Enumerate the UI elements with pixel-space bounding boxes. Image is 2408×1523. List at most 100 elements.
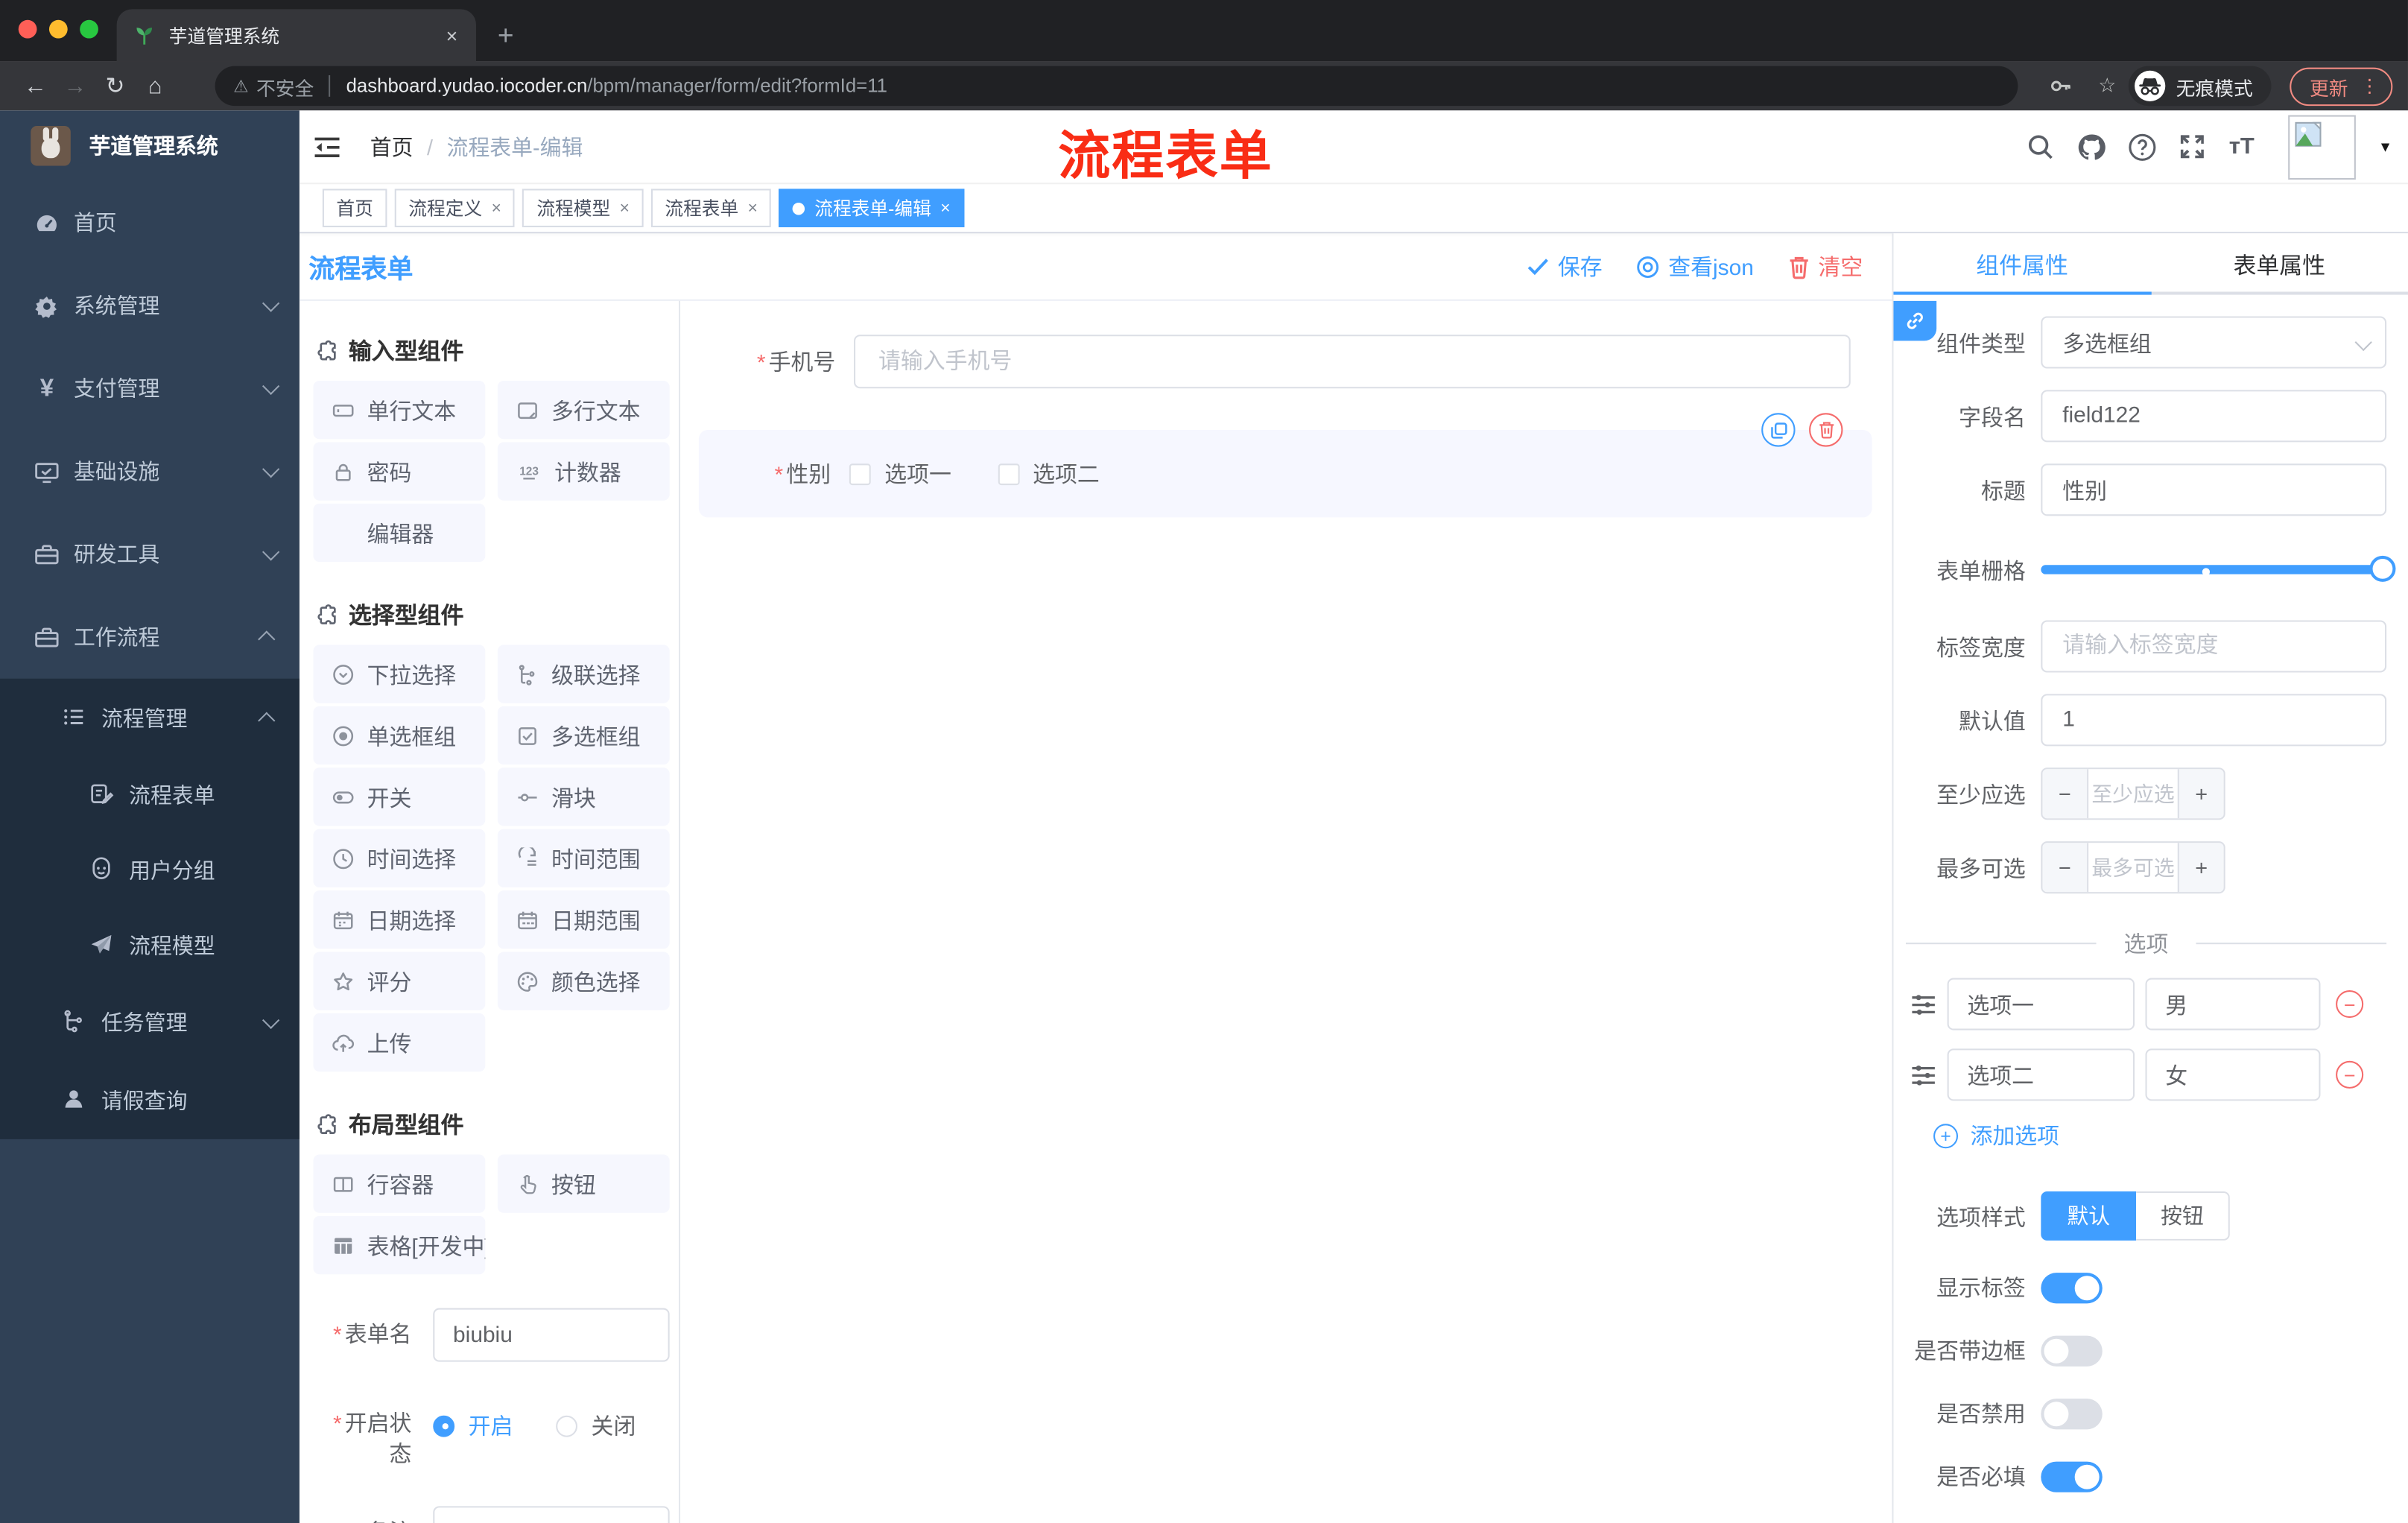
sidebar-item-user-group[interactable]: 用户分组	[0, 832, 300, 908]
sidebar-item-process-form[interactable]: 流程表单	[0, 757, 300, 832]
gender-checkbox-option2[interactable]: 选项二	[997, 457, 1100, 490]
palette-item-counter[interactable]: 123 计数器	[497, 442, 670, 501]
close-icon[interactable]: ×	[940, 199, 950, 218]
tab-component-props[interactable]: 组件属性	[1893, 233, 2150, 295]
palette-item-button[interactable]: 按钮	[497, 1154, 670, 1213]
clear-button[interactable]: 清空	[1787, 250, 1863, 282]
form-canvas[interactable]: * 手机号 请输入手机号 * 性别 选项一 选项二	[680, 300, 1892, 1523]
add-option-button[interactable]: + 添加选项	[1933, 1119, 2386, 1151]
github-icon[interactable]	[2077, 132, 2106, 161]
canvas-field-gender-selected[interactable]: * 性别 选项一 选项二	[698, 413, 1872, 518]
slider-handle[interactable]	[2369, 555, 2396, 582]
increase-button[interactable]: +	[2177, 843, 2224, 893]
sidebar-item-home[interactable]: 首页	[0, 181, 300, 264]
close-icon[interactable]: ×	[748, 199, 758, 218]
drag-handle-icon[interactable]	[1909, 1060, 1938, 1089]
style-button-button[interactable]: 按钮	[2136, 1191, 2230, 1241]
address-bar[interactable]: ⚠ 不安全 dashboard.yudao.iocoder.cn/bpm/man…	[215, 66, 2019, 107]
palette-item-date-range[interactable]: 日期范围	[497, 890, 670, 949]
remove-option-button[interactable]: −	[2336, 990, 2364, 1019]
view-tab-home[interactable]: 首页	[322, 189, 387, 227]
tab-close-icon[interactable]: ×	[443, 24, 460, 47]
palette-item-switch[interactable]: 开关	[313, 767, 486, 826]
browser-menu-icon[interactable]: ⋮	[2360, 75, 2379, 97]
search-icon[interactable]	[2027, 132, 2056, 161]
view-tab-process-form[interactable]: 流程表单 ×	[650, 189, 772, 227]
reload-icon[interactable]: ↻	[95, 72, 136, 100]
save-button[interactable]: 保存	[1527, 250, 1603, 282]
form-grid-slider[interactable]	[2041, 543, 2396, 595]
security-label[interactable]: 不安全	[256, 72, 314, 101]
palette-item-slider[interactable]: 滑块	[497, 767, 670, 826]
checkbox-icon[interactable]	[997, 463, 1019, 485]
option-name-input[interactable]	[1947, 1048, 2135, 1101]
macos-traffic-lights[interactable]	[18, 19, 98, 39]
palette-item-cascader[interactable]: 级联选择	[497, 645, 670, 703]
field-name-input[interactable]	[2041, 390, 2387, 443]
sidebar-item-leave-query[interactable]: 请假查询	[0, 1061, 300, 1139]
view-tab-process-model[interactable]: 流程模型 ×	[522, 189, 644, 227]
sidebar-item-task-mgmt[interactable]: 任务管理	[0, 983, 300, 1061]
palette-item-password[interactable]: 密码	[313, 442, 486, 501]
drag-handle-icon[interactable]	[1909, 990, 1938, 1019]
palette-item-select[interactable]: 下拉选择	[313, 645, 486, 703]
max-select-input[interactable]	[2088, 843, 2178, 893]
palette-item-date-picker[interactable]: 日期选择	[313, 890, 486, 949]
label-width-input[interactable]	[2041, 620, 2387, 673]
checkbox-icon[interactable]	[849, 463, 871, 485]
avatar[interactable]	[2289, 114, 2357, 180]
palette-item-checkbox-group[interactable]: 多选框组	[497, 706, 670, 765]
sidebar-item-process-mgmt[interactable]: 流程管理	[0, 679, 300, 757]
min-select-input[interactable]	[2088, 769, 2178, 819]
zoom-window-button[interactable]	[80, 19, 98, 39]
palette-item-single-text[interactable]: 单行文本	[313, 381, 486, 440]
palette-item-editor[interactable]: 编辑器	[313, 503, 486, 563]
disabled-switch[interactable]	[2041, 1398, 2103, 1429]
status-radio-on[interactable]: 开启	[433, 1410, 513, 1442]
delete-component-button[interactable]	[1809, 413, 1843, 447]
phone-input[interactable]	[854, 335, 1851, 389]
close-window-button[interactable]	[18, 19, 37, 39]
close-icon[interactable]: ×	[620, 199, 630, 218]
view-json-button[interactable]: 查看json	[1636, 250, 1754, 282]
component-type-value[interactable]	[2041, 316, 2387, 369]
style-default-button[interactable]: 默认	[2041, 1191, 2137, 1241]
show-label-switch[interactable]	[2041, 1272, 2103, 1303]
form-name-input[interactable]	[433, 1308, 670, 1362]
font-size-icon[interactable]: ᴛT	[2229, 132, 2258, 161]
increase-button[interactable]: +	[2177, 769, 2224, 819]
palette-item-table[interactable]: 表格[开发中]	[313, 1215, 486, 1275]
avatar-caret-icon[interactable]: ▾	[2381, 136, 2389, 156]
sidebar-item-process-model[interactable]: 流程模型	[0, 908, 300, 983]
title-input[interactable]	[2041, 463, 2387, 516]
minimize-window-button[interactable]	[48, 19, 68, 39]
remove-option-button[interactable]: −	[2336, 1060, 2364, 1089]
view-tab-process-definition[interactable]: 流程定义 ×	[394, 189, 516, 227]
sidebar-item-infra[interactable]: 基础设施	[0, 430, 300, 513]
option-value-input[interactable]	[2145, 1048, 2321, 1101]
new-tab-button[interactable]: +	[498, 9, 514, 61]
decrease-button[interactable]: −	[2042, 843, 2089, 893]
breadcrumb-home[interactable]: 首页	[370, 131, 414, 162]
data-binding-link-tag[interactable]	[1893, 300, 1937, 341]
palette-item-multi-text[interactable]: 多行文本	[497, 381, 670, 440]
palette-item-time-range[interactable]: 时间范围	[497, 829, 670, 887]
decrease-button[interactable]: −	[2042, 769, 2089, 819]
browser-update-button[interactable]: 更新 ⋮	[2290, 66, 2393, 106]
palette-item-row-container[interactable]: 行容器	[313, 1154, 486, 1213]
palette-item-radio-group[interactable]: 单选框组	[313, 706, 486, 765]
canvas-field-phone[interactable]: * 手机号	[699, 335, 1851, 389]
tab-form-props[interactable]: 表单属性	[2151, 233, 2408, 294]
help-icon[interactable]	[2128, 132, 2157, 161]
view-tab-process-form-edit[interactable]: 流程表单-编辑 ×	[779, 189, 965, 227]
slider-track[interactable]	[2041, 565, 2383, 574]
default-value-input[interactable]	[2041, 694, 2387, 747]
fullscreen-icon[interactable]	[2179, 132, 2208, 161]
duplicate-component-button[interactable]	[1761, 413, 1796, 447]
sidebar-item-system[interactable]: 系统管理	[0, 264, 300, 346]
home-icon[interactable]: ⌂	[135, 73, 175, 99]
sidebar-toggle-icon[interactable]	[311, 131, 342, 162]
bookmark-star-icon[interactable]: ☆	[2098, 74, 2116, 98]
password-key-icon[interactable]	[2049, 74, 2073, 98]
palette-item-rate[interactable]: 评分	[313, 952, 486, 1010]
